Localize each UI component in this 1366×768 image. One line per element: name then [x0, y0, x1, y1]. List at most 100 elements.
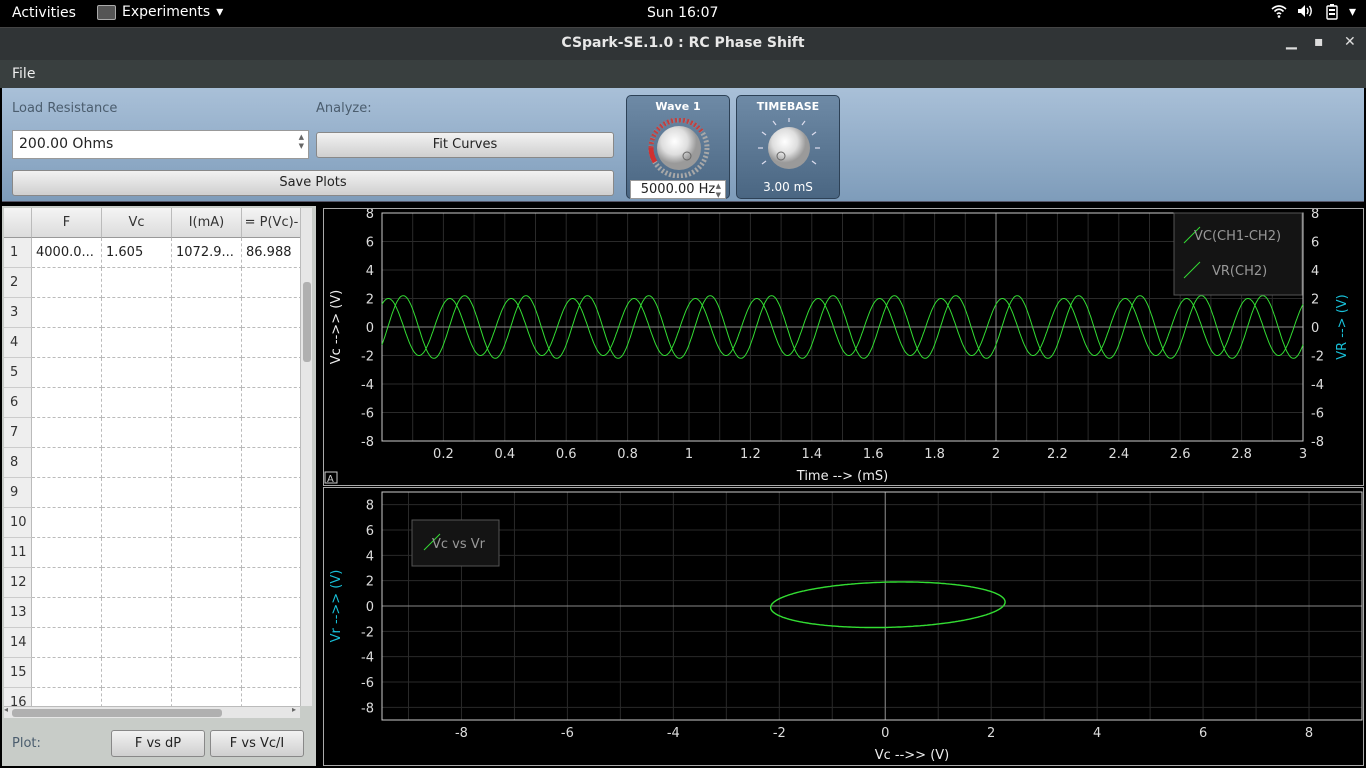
table-cell[interactable] [102, 328, 172, 358]
column-header-current[interactable]: I(mA) [172, 208, 242, 238]
table-cell[interactable] [32, 358, 102, 388]
table-cell[interactable] [102, 598, 172, 628]
f-vs-dp-button[interactable]: F vs dP [111, 730, 205, 757]
f-vs-vc-i-button[interactable]: F vs Vc/I [210, 730, 304, 757]
table-cell[interactable] [102, 688, 172, 706]
table-cell[interactable] [242, 598, 300, 628]
table-cell[interactable] [172, 448, 242, 478]
table-cell[interactable] [32, 598, 102, 628]
table-cell[interactable] [102, 478, 172, 508]
table-cell[interactable] [102, 358, 172, 388]
table-cell[interactable]: 1.605 [102, 238, 172, 268]
row-number[interactable]: 5 [4, 358, 32, 388]
save-plots-button[interactable]: Save Plots [12, 170, 614, 196]
table-cell[interactable] [102, 298, 172, 328]
timebase-knob[interactable] [757, 118, 821, 178]
close-icon[interactable]: ✕ [1344, 34, 1356, 50]
column-header-f[interactable]: F [32, 208, 102, 238]
table-cell[interactable] [32, 568, 102, 598]
spin-arrows-icon[interactable]: ▲ ▼ [299, 133, 304, 151]
table-cell[interactable] [32, 538, 102, 568]
wave1-frequency-input[interactable]: 5000.00 Hz ▲ ▼ [630, 180, 726, 199]
menu-file[interactable]: File [12, 66, 35, 82]
row-number[interactable]: 11 [4, 538, 32, 568]
table-cell[interactable] [32, 508, 102, 538]
row-number[interactable]: 2 [4, 268, 32, 298]
clock[interactable]: Sun 16:07 [647, 5, 718, 21]
table-cell[interactable] [242, 688, 300, 706]
table-cell[interactable] [172, 478, 242, 508]
row-number[interactable]: 3 [4, 298, 32, 328]
row-number[interactable]: 7 [4, 418, 32, 448]
table-cell[interactable] [172, 418, 242, 448]
table-cell[interactable] [172, 598, 242, 628]
table-cell[interactable] [242, 328, 300, 358]
row-number[interactable]: 16 [4, 688, 32, 706]
table-cell[interactable] [242, 388, 300, 418]
table-cell[interactable] [172, 538, 242, 568]
table-cell[interactable] [242, 628, 300, 658]
row-number[interactable]: 6 [4, 388, 32, 418]
table-cell[interactable] [32, 388, 102, 418]
table-cell[interactable] [32, 688, 102, 706]
app-menu[interactable]: Experiments ▾ [97, 4, 223, 20]
table-horizontal-scrollbar[interactable]: ◂ ▸ [4, 705, 300, 718]
column-header-phase[interactable]: = P(Vc)- [242, 208, 300, 238]
table-cell[interactable] [102, 418, 172, 448]
row-number[interactable]: 10 [4, 508, 32, 538]
table-cell[interactable] [172, 508, 242, 538]
maximize-icon[interactable]: ▪ [1314, 34, 1324, 50]
wave1-knob[interactable] [647, 118, 711, 178]
table-cell[interactable] [172, 328, 242, 358]
table-cell[interactable] [102, 538, 172, 568]
table-cell[interactable] [102, 268, 172, 298]
scrollbar-thumb[interactable] [303, 282, 311, 362]
xy-plot[interactable]: -8 -6 -4 -2 0 2 4 6 8 8 6 4 2 0 -2 -4 -6 -8 Vc -->> (V) Vr … [323, 487, 1364, 766]
table-cell[interactable] [172, 568, 242, 598]
table-cell[interactable] [172, 628, 242, 658]
activities-button[interactable]: Activities [12, 5, 76, 21]
table-cell[interactable] [242, 418, 300, 448]
table-cell[interactable] [242, 448, 300, 478]
table-cell[interactable] [32, 268, 102, 298]
table-cell[interactable] [102, 388, 172, 418]
table-cell[interactable] [242, 268, 300, 298]
table-cell[interactable]: 86.988 [242, 238, 300, 268]
table-cell[interactable] [242, 658, 300, 688]
table-cell[interactable] [102, 568, 172, 598]
table-cell[interactable] [32, 658, 102, 688]
table-cell[interactable] [32, 448, 102, 478]
table-cell[interactable] [242, 538, 300, 568]
table-vertical-scrollbar[interactable] [300, 208, 312, 706]
table-cell[interactable] [242, 478, 300, 508]
table-cell[interactable]: 4000.0... [32, 238, 102, 268]
table-cell[interactable] [242, 508, 300, 538]
table-cell[interactable] [32, 478, 102, 508]
row-number[interactable]: 14 [4, 628, 32, 658]
results-table[interactable]: F Vc I(mA) = P(Vc)- 1 4000.0... 1.605 1072.… [4, 208, 300, 706]
row-number[interactable]: 9 [4, 478, 32, 508]
scroll-left-icon[interactable]: ◂ [4, 705, 8, 714]
table-cell[interactable] [102, 628, 172, 658]
table-cell[interactable] [172, 658, 242, 688]
table-cell[interactable] [172, 298, 242, 328]
system-tray[interactable]: ▾ [1271, 4, 1356, 24]
load-resistance-spinbox[interactable]: 200.00 Ohms ▲ ▼ [12, 130, 309, 159]
table-cell[interactable] [32, 298, 102, 328]
table-cell[interactable] [172, 268, 242, 298]
table-cell[interactable] [102, 658, 172, 688]
table-cell[interactable] [32, 328, 102, 358]
table-cell[interactable] [242, 358, 300, 388]
table-cell[interactable]: 1072.9... [172, 238, 242, 268]
column-header-vc[interactable]: Vc [102, 208, 172, 238]
minimize-icon[interactable]: ▁ [1286, 34, 1297, 50]
scroll-right-icon[interactable]: ▸ [292, 705, 296, 714]
row-number[interactable]: 1 [4, 238, 32, 268]
row-number[interactable]: 4 [4, 328, 32, 358]
window-title-bar[interactable]: CSpark-SE.1.0 : RC Phase Shift ▁ ▪ ✕ [0, 27, 1366, 60]
table-cell[interactable] [242, 298, 300, 328]
row-number[interactable]: 12 [4, 568, 32, 598]
table-cell[interactable] [172, 388, 242, 418]
table-cell[interactable] [32, 628, 102, 658]
scrollbar-thumb[interactable] [12, 709, 222, 717]
